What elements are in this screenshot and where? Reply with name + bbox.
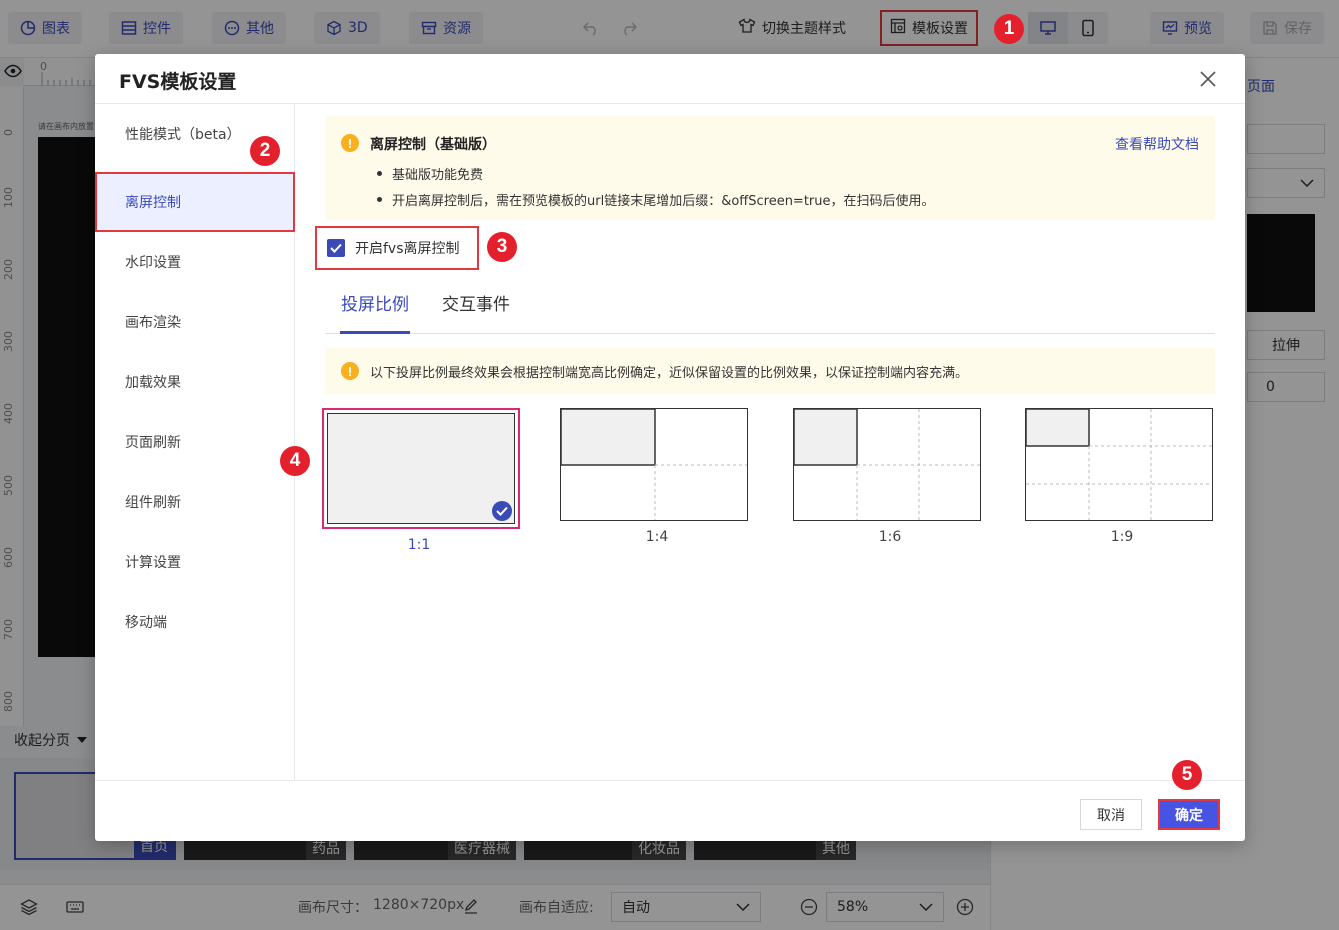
enable-offscreen-label: 开启fvs离屏控制 xyxy=(355,241,460,257)
ratio-tip: ! 以下投屏比例最终效果会根据控制端宽高比例确定，近似保留设置的比例效果，以保证… xyxy=(325,348,1215,394)
warning-icon: ! xyxy=(341,362,359,380)
ratio-option-1-4[interactable]: 1:4 xyxy=(560,408,754,545)
ratio-preview xyxy=(560,408,748,521)
fvs-template-settings-dialog: FVS模板设置 性能模式（beta） 离屏控制 水印设置 画布渲染 加载效果 页… xyxy=(95,54,1245,841)
ratio-label: 1:6 xyxy=(878,529,902,545)
check-circle-icon xyxy=(492,501,512,521)
ratio-preview xyxy=(793,408,981,521)
sidebar-item-page-refresh[interactable]: 页面刷新 xyxy=(95,412,295,472)
sidebar-item-offscreen[interactable]: 离屏控制 xyxy=(95,172,295,232)
callout-2: 2 xyxy=(250,136,280,166)
ratio-label: 1:9 xyxy=(1110,529,1134,545)
ratio-label: 1:4 xyxy=(645,529,669,545)
callout-3: 3 xyxy=(487,232,517,262)
close-icon[interactable] xyxy=(1197,68,1219,90)
tab-screen-ratio[interactable]: 投屏比例 xyxy=(340,290,410,334)
dialog-header: FVS模板设置 xyxy=(95,54,1245,104)
ratio-selected-outline xyxy=(322,408,520,529)
ratio-preview xyxy=(1025,408,1213,521)
confirm-button[interactable]: 确定 xyxy=(1158,799,1220,830)
ratio-option-1-1[interactable]: 1:1 xyxy=(322,408,520,553)
ratio-option-1-6[interactable]: 1:6 xyxy=(793,408,987,545)
callout-4: 4 xyxy=(280,446,310,476)
dialog-footer: 取消 确定 xyxy=(95,780,1245,841)
dialog-title: FVS模板设置 xyxy=(119,71,237,93)
notice-bullet: 开启离屏控制后，需在预览模板的url链接末尾增加后缀：&offScreen=tr… xyxy=(377,190,935,209)
settings-tabs: 投屏比例 交互事件 xyxy=(325,290,1215,334)
warning-icon: ! xyxy=(341,134,359,152)
sidebar-item-watermark[interactable]: 水印设置 xyxy=(95,232,295,292)
checkbox-checked-icon xyxy=(327,239,345,257)
sidebar-item-mobile[interactable]: 移动端 xyxy=(95,592,295,652)
tab-interaction-events[interactable]: 交互事件 xyxy=(440,290,512,334)
sidebar-item-loading-effect[interactable]: 加载效果 xyxy=(95,352,295,412)
help-doc-link[interactable]: 查看帮助文档 xyxy=(1115,134,1199,154)
ratio-tip-text: 以下投屏比例最终效果会根据控制端宽高比例确定，近似保留设置的比例效果，以保证控制… xyxy=(370,366,969,381)
ratio-label: 1:1 xyxy=(407,537,431,553)
sidebar-item-widget-refresh[interactable]: 组件刷新 xyxy=(95,472,295,532)
ratio-preview xyxy=(327,413,515,524)
notice-title: 离屏控制（基础版） xyxy=(370,137,496,153)
ratio-option-1-9[interactable]: 1:9 xyxy=(1025,408,1219,545)
sidebar-item-calculation[interactable]: 计算设置 xyxy=(95,532,295,592)
enable-offscreen-checkbox[interactable]: 开启fvs离屏控制 xyxy=(315,226,479,270)
callout-5: 5 xyxy=(1172,760,1202,790)
callout-1: 1 xyxy=(994,14,1024,44)
notice-bullet: 基础版功能免费 xyxy=(377,164,483,183)
sidebar-item-canvas-render[interactable]: 画布渲染 xyxy=(95,292,295,352)
cancel-button[interactable]: 取消 xyxy=(1080,799,1142,830)
settings-sidebar: 性能模式（beta） 离屏控制 水印设置 画布渲染 加载效果 页面刷新 组件刷新… xyxy=(95,104,295,780)
offscreen-notice: ! 离屏控制（基础版） 查看帮助文档 基础版功能免费 开启离屏控制后，需在预览模… xyxy=(325,116,1215,220)
